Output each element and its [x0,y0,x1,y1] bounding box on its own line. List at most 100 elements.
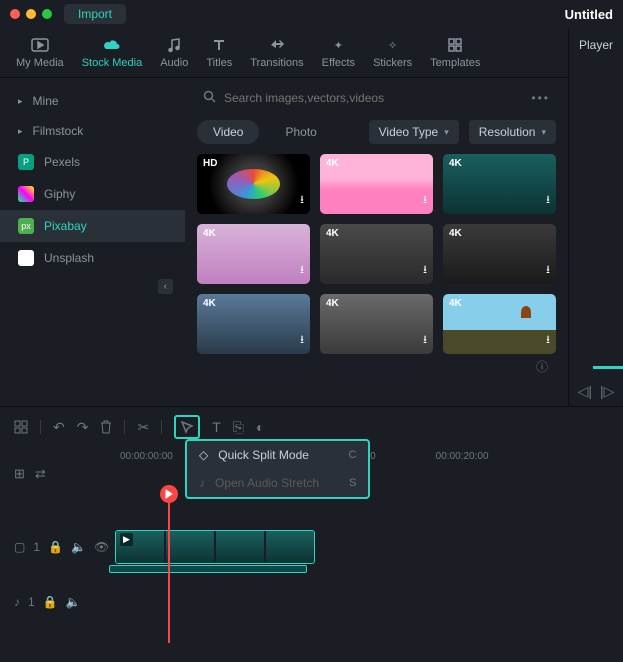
tab-label: Stock Media [82,57,143,69]
tab-titles[interactable]: Titles [206,36,232,69]
giphy-icon [18,186,34,202]
sidebar-item-label: Unsplash [44,251,94,265]
crop-tool-button[interactable]: ⎘ [233,419,244,436]
text-icon [210,36,228,54]
tab-transitions[interactable]: Transitions [250,36,303,69]
video-clip[interactable] [266,531,314,563]
more-menu-button[interactable]: ••• [531,91,550,105]
download-icon[interactable]: ⭳ [546,191,550,210]
search-icon [203,90,216,106]
video-clip[interactable] [216,531,264,563]
sidebar-item-label: Mine [33,94,59,108]
close-window-button[interactable] [10,9,20,19]
download-icon[interactable]: ⭳ [300,261,304,280]
sidebar-collapse: ‹ [0,274,185,298]
media-icon [31,36,49,54]
sidebar-item-mine[interactable]: ▸Mine [0,86,185,116]
resolution-dropdown[interactable]: Resolution▾ [469,120,556,144]
pexels-icon: P [18,154,34,170]
audio-waveform[interactable] [109,565,307,573]
media-thumbnail[interactable]: 4K⭳ [443,294,556,354]
visibility-button[interactable]: 👁 [94,540,109,554]
split-button[interactable]: ✂ [137,419,149,436]
download-icon[interactable]: ⭳ [423,331,427,350]
media-thumbnail[interactable]: 4K⭳ [320,294,433,354]
info-icon[interactable]: ⓘ [536,360,548,374]
ctx-audio-stretch: ♪ Open Audio Stretch S [187,469,368,497]
filter-video[interactable]: Video [197,120,259,144]
quality-badge: 4K [449,228,462,239]
tab-label: Effects [322,57,355,69]
layout-button[interactable] [14,420,28,434]
media-thumbnail[interactable]: HD ⭳ [197,154,310,214]
minimize-window-button[interactable] [26,9,36,19]
media-thumbnail[interactable]: 4K⭳ [197,294,310,354]
download-icon[interactable]: ⭳ [546,261,550,280]
lock-button[interactable]: 🔒 [48,540,63,554]
mute-button[interactable]: 🔈 [71,540,86,554]
main-area: My Media Stock Media Audio Titles Transi… [0,28,623,406]
maximize-window-button[interactable] [42,9,52,19]
lock-button[interactable]: 🔒 [43,595,58,609]
template-icon [446,36,464,54]
sidebar-item-pixabay[interactable]: pxPixabay [0,210,185,242]
tab-audio[interactable]: Audio [160,36,188,69]
dropdown-label: Resolution [479,125,536,139]
split-mode-icon: ◇ [199,448,208,462]
playhead[interactable] [160,485,178,503]
download-icon[interactable]: ⭳ [423,261,427,280]
search-input[interactable] [224,91,523,105]
prev-frame-button[interactable]: ◁| [578,383,592,400]
download-icon[interactable]: ⭳ [423,191,427,210]
redo-button[interactable]: ↷ [77,419,89,436]
sidebar-item-giphy[interactable]: Giphy [0,178,185,210]
context-menu: ◇ Quick Split Mode C ♪ Open Audio Stretc… [185,439,370,499]
video-type-dropdown[interactable]: Video Type▾ [369,120,459,144]
delete-button[interactable] [100,420,112,434]
tab-templates[interactable]: Templates [430,36,480,69]
track-number: 1 [33,540,40,554]
tab-effects[interactable]: ✦ Effects [322,36,355,69]
quality-badge: HD [203,158,217,169]
sidebar-item-filmstock[interactable]: ▸Filmstock [0,116,185,146]
media-thumbnail[interactable]: 4K ⭳ [443,224,556,284]
media-thumbnail[interactable]: 4K ⭳ [320,224,433,284]
sidebar-item-label: Giphy [44,187,75,201]
tab-my-media[interactable]: My Media [16,36,64,69]
video-clip[interactable] [116,531,164,563]
tab-stock-media[interactable]: Stock Media [82,36,143,69]
video-clip[interactable] [166,531,214,563]
chevron-right-icon: ▸ [18,126,23,137]
project-title: Untitled [565,7,613,22]
effects-icon: ✦ [329,36,347,54]
ctx-shortcut: S [329,477,356,489]
add-track-button[interactable]: ⊞ [14,466,25,482]
quality-badge: 4K [326,228,339,239]
audio-stretch-icon: ♪ [199,476,205,490]
media-thumbnail[interactable]: 4K⭳ [443,154,556,214]
filter-photo[interactable]: Photo [269,120,332,144]
tab-stickers[interactable]: ✧Stickers [373,36,412,69]
sidebar-item-pexels[interactable]: PPexels [0,146,185,178]
sidebar-item-unsplash[interactable]: Unsplash [0,242,185,274]
audio-track-controls: ♪1 🔒 🔈 [14,595,109,609]
media-thumbnail[interactable]: 4K ⭳ [197,224,310,284]
mute-button[interactable]: 🔈 [66,595,81,609]
download-icon[interactable]: ⭳ [300,191,304,210]
undo-button[interactable]: ↶ [53,419,65,436]
next-frame-button[interactable]: |▷ [600,383,614,400]
download-icon[interactable]: ⭳ [546,331,550,350]
download-icon[interactable]: ⭳ [300,331,304,350]
quality-badge: 4K [203,228,216,239]
link-button[interactable]: ⇄ [35,466,46,482]
ctx-quick-split[interactable]: ◇ Quick Split Mode C [187,441,368,469]
video-clips[interactable] [115,530,315,564]
collapse-button[interactable]: ‹ [158,279,173,294]
import-button[interactable]: Import [64,4,126,24]
player-controls: ◁| |▷ [569,377,623,406]
selection-tool-button[interactable] [174,415,200,439]
text-tool-button[interactable]: T [212,419,221,435]
speed-tool-button[interactable]: ◐ [256,419,264,435]
media-thumbnail[interactable]: 4K⭳ [320,154,433,214]
pixabay-icon: px [18,218,34,234]
